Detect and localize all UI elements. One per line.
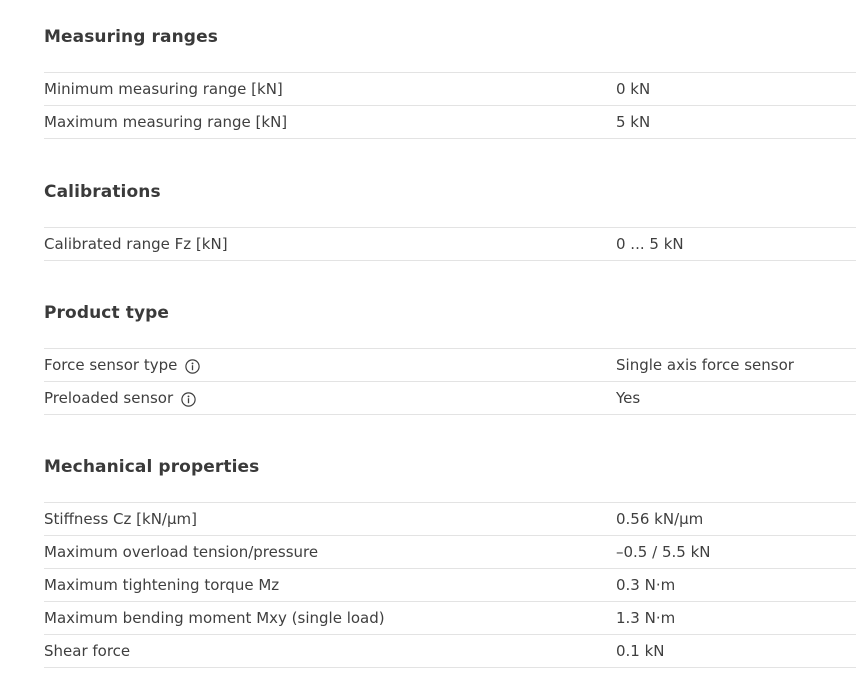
table-row: Calibrated range Fz [kN] 0 ... 5 kN <box>44 228 856 261</box>
row-label: Force sensor type <box>44 356 616 374</box>
table-row: Shear force 0.1 kN <box>44 635 856 668</box>
section-title-calibrations: Calibrations <box>44 182 161 202</box>
table-row: Maximum bending moment Mxy (single load)… <box>44 602 856 635</box>
row-value: 0.3 N·m <box>616 576 676 594</box>
table-row: Stiffness Cz [kN/µm] 0.56 kN/µm <box>44 503 856 536</box>
table-row: Preloaded sensor Yes <box>44 382 856 415</box>
section-rows-mechanical-properties: Stiffness Cz [kN/µm] 0.56 kN/µm Maximum … <box>44 502 856 668</box>
section-rows-product-type: Force sensor type Single axis force sens… <box>44 348 856 415</box>
row-label: Maximum tightening torque Mz <box>44 576 280 594</box>
info-icon[interactable] <box>185 359 201 374</box>
info-icon[interactable] <box>181 392 196 407</box>
table-row: Maximum tightening torque Mz 0.3 N·m <box>44 569 856 602</box>
row-label: Maximum overload tension/pressure <box>44 543 319 561</box>
row-value: 0 kN <box>616 80 651 98</box>
section-title-measuring-ranges: Measuring ranges <box>44 27 218 47</box>
section-title-product-type: Product type <box>44 303 170 323</box>
row-value: Single axis force sensor <box>616 356 794 374</box>
table-row: Maximum measuring range [kN] 5 kN <box>44 106 856 139</box>
row-label: Calibrated range Fz [kN] <box>44 235 228 253</box>
table-row: Minimum measuring range [kN] 0 kN <box>44 73 856 106</box>
row-label: Shear force <box>44 642 131 660</box>
section-title-mechanical-properties: Mechanical properties <box>44 457 260 477</box>
row-label-text: Preloaded sensor <box>44 389 174 407</box>
row-value: –0.5 / 5.5 kN <box>616 543 711 561</box>
row-label: Stiffness Cz [kN/µm] <box>44 510 197 528</box>
section-rows-measuring-ranges: Minimum measuring range [kN] 0 kN Maximu… <box>44 72 856 139</box>
table-row: Force sensor type Single axis force sens… <box>44 349 856 382</box>
row-label: Maximum measuring range [kN] <box>44 113 288 131</box>
table-row: Maximum overload tension/pressure –0.5 /… <box>44 536 856 569</box>
row-label: Minimum measuring range [kN] <box>44 80 283 98</box>
row-label: Maximum bending moment Mxy (single load) <box>44 609 385 627</box>
row-label-text: Force sensor type <box>44 356 178 374</box>
row-value: 0 ... 5 kN <box>616 235 684 253</box>
row-value: 0.1 kN <box>616 642 665 660</box>
row-value: 1.3 N·m <box>616 609 676 627</box>
row-label: Preloaded sensor <box>44 389 616 407</box>
row-value: 0.56 kN/µm <box>616 510 704 528</box>
row-value: 5 kN <box>616 113 651 131</box>
section-rows-calibrations: Calibrated range Fz [kN] 0 ... 5 kN <box>44 227 856 261</box>
row-value: Yes <box>616 389 641 407</box>
